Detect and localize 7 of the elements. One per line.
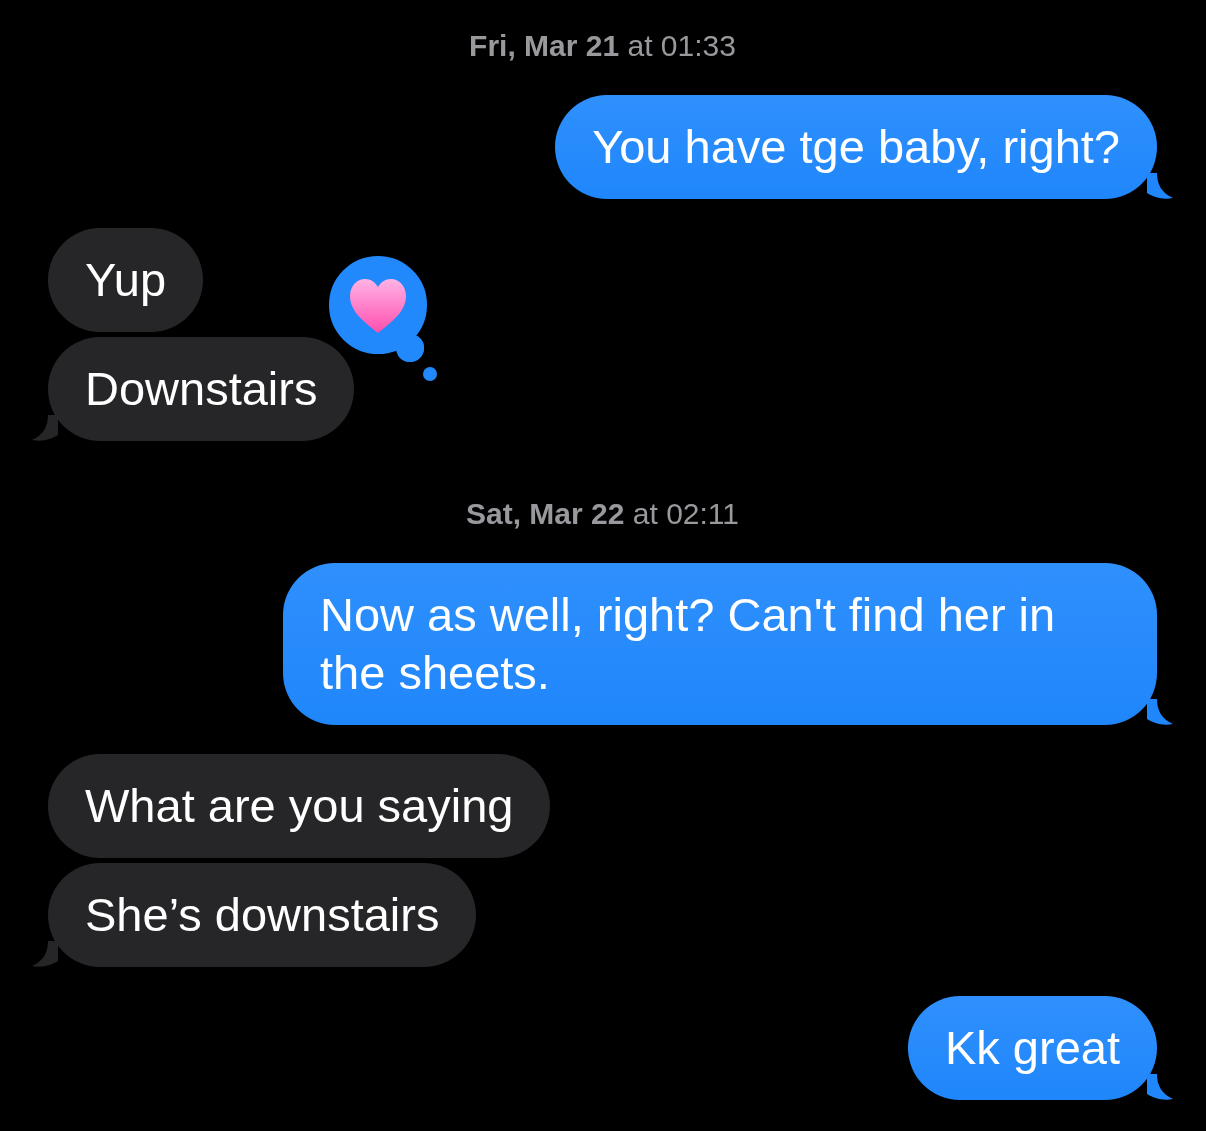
timestamp: Sat, Mar 22 at 02:11 bbox=[465, 496, 740, 532]
heart-icon bbox=[350, 279, 406, 333]
message-bubble[interactable]: She’s downstairs bbox=[32, 863, 477, 967]
timestamp: Fri, Mar 21 at 01:33 bbox=[468, 28, 737, 64]
message-bubble[interactable]: What are you saying bbox=[32, 754, 551, 858]
message-bubble[interactable]: Downstairs bbox=[32, 337, 355, 441]
message-bubble[interactable]: Yup bbox=[32, 228, 204, 332]
